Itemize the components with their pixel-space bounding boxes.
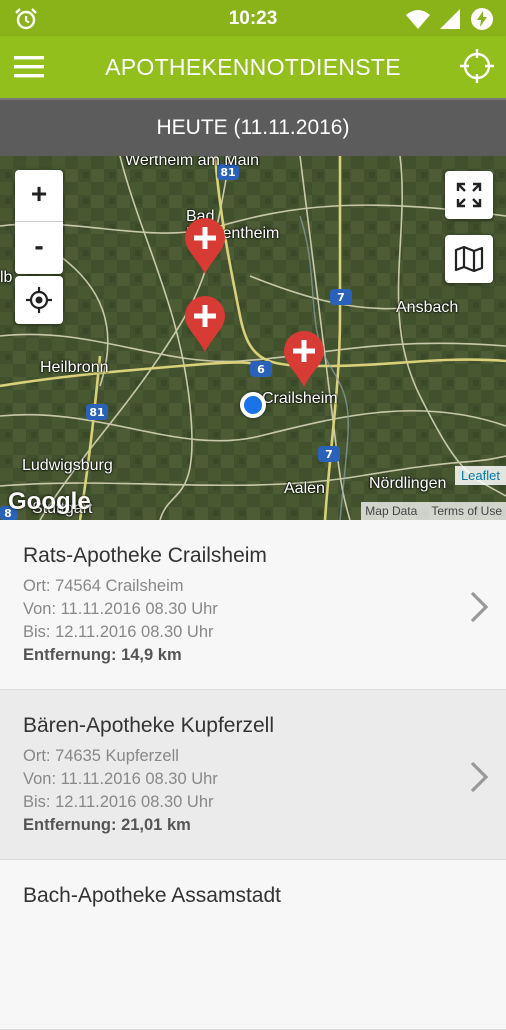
pharmacy-pin-icon[interactable]	[282, 331, 326, 387]
city-label-aalen: Aalen	[284, 480, 325, 497]
fullscreen-button[interactable]	[445, 171, 493, 219]
city-label-wertheim: Wertheim am Main	[125, 156, 259, 169]
map-view[interactable]: 81 7 6 81 7 8 Wertheim am Main Bad Merge…	[0, 156, 506, 520]
road-shield-a7: 7	[337, 291, 345, 304]
terms-of-use-link[interactable]: Terms of Use	[431, 504, 502, 518]
pharmacy-distance: Entfernung: 14,9 km	[23, 646, 182, 664]
list-item[interactable]: Bach-Apotheke Assamstadt	[0, 860, 506, 1030]
locate-me-button[interactable]	[15, 276, 63, 324]
city-label-ludwigsburg: Ludwigsburg	[22, 457, 113, 474]
map-layers-button[interactable]	[445, 235, 493, 283]
app-title: APOTHEKENNOTDIENSTE	[105, 54, 401, 80]
city-label-ansbach: Ansbach	[396, 299, 459, 316]
list-item[interactable]: Bären-Apotheke Kupferzell Ort: 74635 Kup…	[0, 690, 506, 860]
signal-icon	[440, 9, 460, 29]
zoom-in-button[interactable]: +	[15, 170, 63, 222]
pharmacy-from: Von: 11.11.2016 08.30 Uhr	[23, 770, 218, 788]
status-bar: 10:23	[0, 0, 506, 36]
pharmacy-from: Von: 11.11.2016 08.30 Uhr	[23, 600, 218, 618]
pharmacy-until: Bis: 12.11.2016 08.30 Uhr	[23, 623, 214, 641]
fullscreen-icon	[456, 182, 482, 208]
pharmacy-name: Rats-Apotheke Crailsheim	[23, 544, 267, 567]
chevron-right-icon	[470, 591, 489, 623]
pharmacy-name: Bären-Apotheke Kupferzell	[23, 714, 274, 737]
pharmacy-list: Rats-Apotheke Crailsheim Ort: 74564 Crai…	[0, 520, 506, 1030]
city-label-noerdlingen: Nördlingen	[369, 475, 447, 492]
list-item[interactable]: Rats-Apotheke Crailsheim Ort: 74564 Crai…	[0, 520, 506, 690]
map-data-link[interactable]: Map Data	[365, 504, 417, 518]
chevron-right-icon	[470, 761, 489, 793]
road-shield-a7-low: 7	[325, 448, 333, 461]
road-shield-a6: 6	[257, 363, 265, 376]
city-label-crailsheim: Crailsheim	[262, 390, 338, 407]
current-location-marker	[240, 392, 266, 418]
pharmacy-until: Bis: 12.11.2016 08.30 Uhr	[23, 793, 214, 811]
app-bar: APOTHEKENNOTDIENSTE	[0, 36, 506, 98]
pharmacy-distance: Entfernung: 21,01 km	[23, 816, 191, 834]
pharmacy-pin-icon[interactable]	[183, 218, 227, 274]
date-header-text: HEUTE (11.11.2016)	[156, 116, 350, 139]
pharmacy-location: Ort: 74635 Kupferzell	[23, 747, 179, 765]
map-layers-icon	[454, 245, 484, 273]
map-attribution: Map Data Terms of Use	[361, 502, 506, 520]
battery-icon	[471, 8, 493, 30]
crosshair-icon[interactable]	[460, 49, 494, 83]
date-header: HEUTE (11.11.2016)	[0, 98, 506, 156]
leaflet-attribution[interactable]: Leaflet	[454, 466, 506, 485]
city-label-partial: lb	[0, 269, 13, 286]
city-label-heilbronn: Heilbronn	[40, 359, 109, 376]
wifi-icon	[406, 10, 430, 29]
google-logo: Google	[8, 488, 91, 515]
pharmacy-location: Ort: 74564 Crailsheim	[23, 577, 184, 595]
zoom-out-button[interactable]: -	[15, 222, 63, 274]
pharmacy-name: Bach-Apotheke Assamstadt	[23, 884, 281, 907]
zoom-control: + -	[15, 170, 63, 274]
pharmacy-pin-icon[interactable]	[183, 296, 227, 352]
road-shield-a81-low: 81	[89, 406, 104, 419]
locate-me-icon	[26, 287, 52, 313]
